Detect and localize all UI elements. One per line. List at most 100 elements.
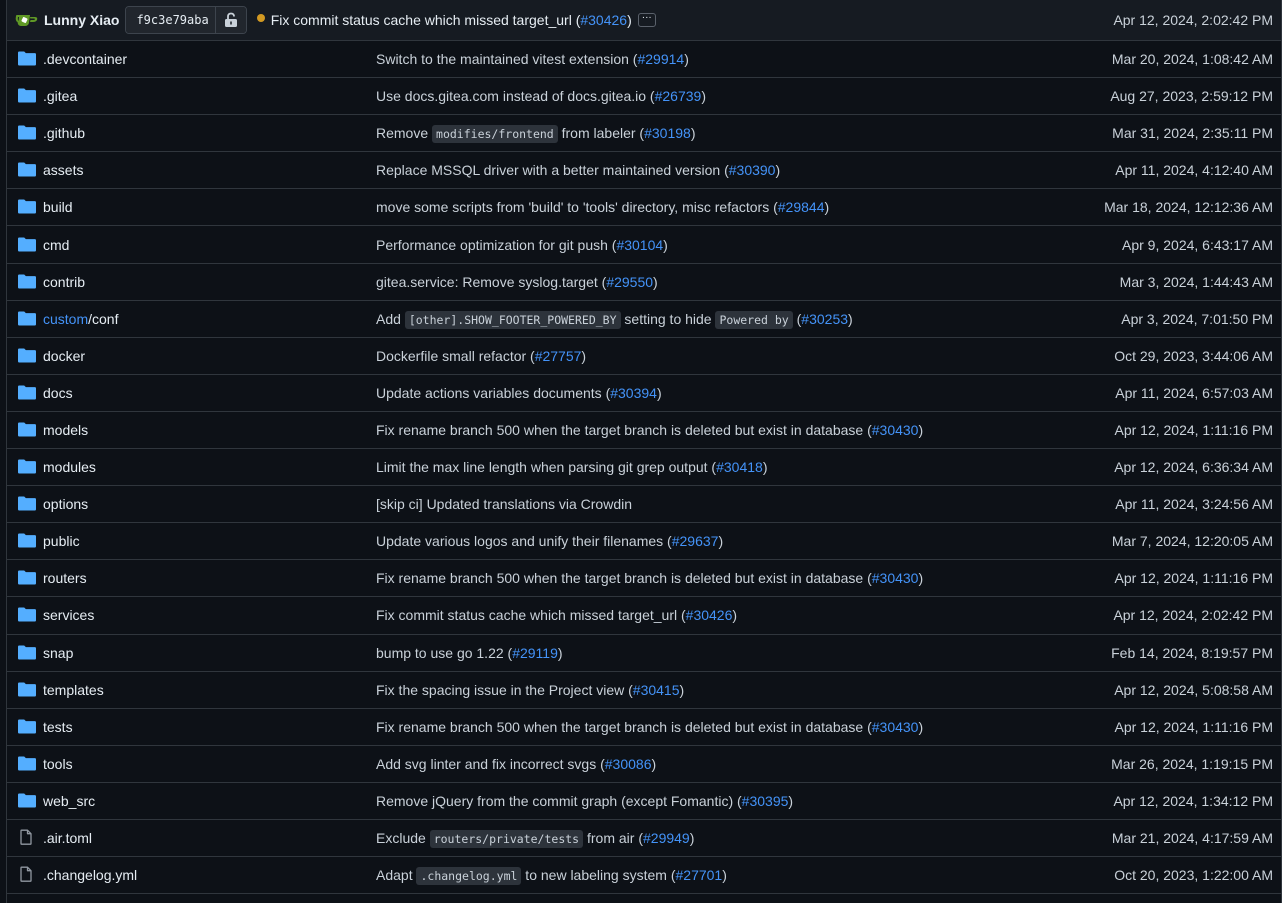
commit-message-text[interactable]: Fix rename branch 500 when the target br… [376,719,872,735]
commit-expand-button[interactable]: ··· [637,13,656,27]
table-row[interactable]: snap bump to use go 1.22 (#29119) Feb 14, … [7,635,1281,672]
entry-commit-message[interactable]: Exclude routers/private/tests from air (… [376,830,695,849]
table-row[interactable]: assets Replace MSSQL driver with a better… [7,152,1281,190]
commit-message-text[interactable]: ) [651,756,656,772]
table-row[interactable]: templates Fix the spacing issue in the Pr… [7,672,1281,709]
table-row[interactable]: routers Fix rename branch 500 when the ta… [7,560,1281,598]
pr-link[interactable]: #29914 [637,51,684,67]
commit-message-text[interactable]: ) [918,719,923,735]
pr-link[interactable]: #29949 [643,830,690,846]
entry-commit-message[interactable]: Fix rename branch 500 when the target br… [376,422,923,438]
entry-name-link[interactable]: snap [43,645,73,661]
commit-message-text[interactable]: Performance optimization for git push ( [376,237,616,253]
pr-link[interactable]: #30430 [872,422,919,438]
pr-link[interactable]: #30394 [610,385,657,401]
commit-message-text[interactable]: move some scripts from 'build' to 'tools… [376,199,778,215]
pr-link[interactable]: #30086 [605,756,652,772]
commit-message-text[interactable]: ) [918,570,923,586]
entry-name-link[interactable]: build [43,199,73,215]
table-row[interactable]: build move some scripts from 'build' to '… [7,189,1281,227]
commit-message-text[interactable]: ) [701,88,706,104]
entry-name-link[interactable]: tools [43,756,73,772]
commit-message-text[interactable]: gitea.service: Remove syslog.target ( [376,274,606,290]
entry-name-link[interactable]: services [43,607,94,623]
commit-message-text[interactable]: from air ( [583,830,643,846]
entry-commit-message[interactable]: Fix the spacing issue in the Project vie… [376,682,684,698]
commit-message-text[interactable]: ) [824,199,829,215]
commit-message-text[interactable]: setting to hide [621,311,716,327]
commit-message-text[interactable]: Fix commit status cache which missed tar… [271,12,581,28]
entry-name-link[interactable]: docs [43,385,73,401]
commit-message-text[interactable]: ) [558,645,563,661]
entry-name-link[interactable]: options [43,496,88,512]
unlock-icon[interactable] [215,7,246,33]
pr-link[interactable]: #29550 [606,274,653,290]
table-row[interactable]: contrib gitea.service: Remove syslog.targ… [7,264,1281,301]
table-row[interactable]: .changelog.yml Adapt .changelog.yml to ne… [7,857,1281,895]
table-row[interactable]: tests Fix rename branch 500 when the targ… [7,709,1281,746]
commit-author[interactable]: Lunny Xiao [44,12,119,28]
table-row[interactable]: .air.toml Exclude routers/private/tests f… [7,820,1281,858]
entry-name-link[interactable]: .devcontainer [43,51,127,67]
entry-commit-message[interactable]: Update various logos and unify their fil… [376,533,723,549]
entry-name-link[interactable]: tests [43,719,73,735]
commit-message-text[interactable]: Exclude [376,830,430,846]
table-row[interactable]: .devcontainer Switch to the maintained vi… [7,41,1281,79]
entry-commit-message[interactable]: Add [other].SHOW_FOOTER_POWERED_BY setti… [376,310,853,329]
entry-commit-message[interactable]: Fix rename branch 500 when the target br… [376,570,923,586]
commit-message-text[interactable]: ( [793,311,802,327]
commit-message-text[interactable]: ) [775,162,780,178]
commit-sha-button[interactable]: f9c3e79aba [126,7,216,33]
commit-message-text[interactable]: ) [763,459,768,475]
pr-link[interactable]: #30198 [644,125,691,141]
entry-name-link[interactable]: models [43,422,88,438]
table-row[interactable]: models Fix rename branch 500 when the tar… [7,412,1281,450]
commit-message-text[interactable]: ) [690,830,695,846]
commit-status-pending-icon[interactable] [256,14,265,22]
entry-commit-message[interactable]: Remove jQuery from the commit graph (exc… [376,793,793,809]
commit-message[interactable]: Fix commit status cache which missed tar… [271,12,632,28]
entry-commit-message[interactable]: bump to use go 1.22 (#29119) [376,645,563,661]
entry-commit-message[interactable]: Remove modifies/frontend from labeler (#… [376,125,695,144]
commit-message-text[interactable]: Fix commit status cache which missed tar… [376,607,686,623]
pr-link[interactable]: #27757 [535,348,582,364]
commit-message-text[interactable]: Dockerfile small refactor ( [376,348,535,364]
commit-message-text[interactable]: ) [732,607,737,623]
commit-message-text[interactable]: Fix rename branch 500 when the target br… [376,570,872,586]
entry-commit-message[interactable]: Fix rename branch 500 when the target br… [376,719,923,735]
commit-message-text[interactable]: Fix rename branch 500 when the target br… [376,422,872,438]
entry-commit-message[interactable]: Add svg linter and fix incorrect svgs (#… [376,756,656,772]
commit-message-text[interactable]: ) [684,51,689,67]
pr-link[interactable]: #26739 [655,88,702,104]
entry-name-link[interactable]: public [43,533,80,549]
entry-name-link[interactable]: contrib [43,274,85,290]
entry-commit-message[interactable]: Dockerfile small refactor (#27757) [376,348,586,364]
pr-link[interactable]: #30395 [742,793,789,809]
entry-name-link[interactable]: .gitea [43,88,77,104]
commit-message-text[interactable]: Remove jQuery from the commit graph (exc… [376,793,742,809]
entry-commit-message[interactable]: Switch to the maintained vitest extensio… [376,51,689,67]
commit-message-text[interactable]: ) [657,385,662,401]
commit-message-text[interactable]: Adapt [376,867,416,883]
entry-name-link[interactable]: custom/conf [43,311,118,327]
entry-name-link[interactable]: templates [43,682,104,698]
commit-message-text[interactable]: Update various logos and unify their fil… [376,533,672,549]
commit-message-text[interactable]: Switch to the maintained vitest extensio… [376,51,637,67]
table-row[interactable]: modules Limit the max line length when pa… [7,449,1281,487]
pr-link[interactable]: #30253 [801,311,848,327]
gitea-avatar-icon[interactable] [15,11,41,29]
commit-message-text[interactable]: [skip ci] Updated translations via Crowd… [376,496,632,512]
pr-link[interactable]: #30426 [686,607,733,623]
entry-commit-message[interactable]: Performance optimization for git push (#… [376,237,668,253]
pr-link[interactable]: #30390 [729,162,776,178]
commit-message-text[interactable]: ) [680,682,685,698]
commit-message-text[interactable]: Use docs.gitea.com instead of docs.gitea… [376,88,655,104]
entry-commit-message[interactable]: Replace MSSQL driver with a better maint… [376,162,780,178]
table-row[interactable]: .github Remove modifies/frontend from lab… [7,115,1281,153]
entry-name-link[interactable]: .github [43,125,85,141]
pr-link[interactable]: #30415 [633,682,680,698]
table-row[interactable]: tools Add svg linter and fix incorrect sv… [7,746,1281,783]
entry-name-link[interactable]: modules [43,459,96,475]
commit-message-text[interactable]: ) [581,348,586,364]
table-row[interactable]: custom/conf Add [other].SHOW_FOOTER_POWER… [7,301,1281,338]
